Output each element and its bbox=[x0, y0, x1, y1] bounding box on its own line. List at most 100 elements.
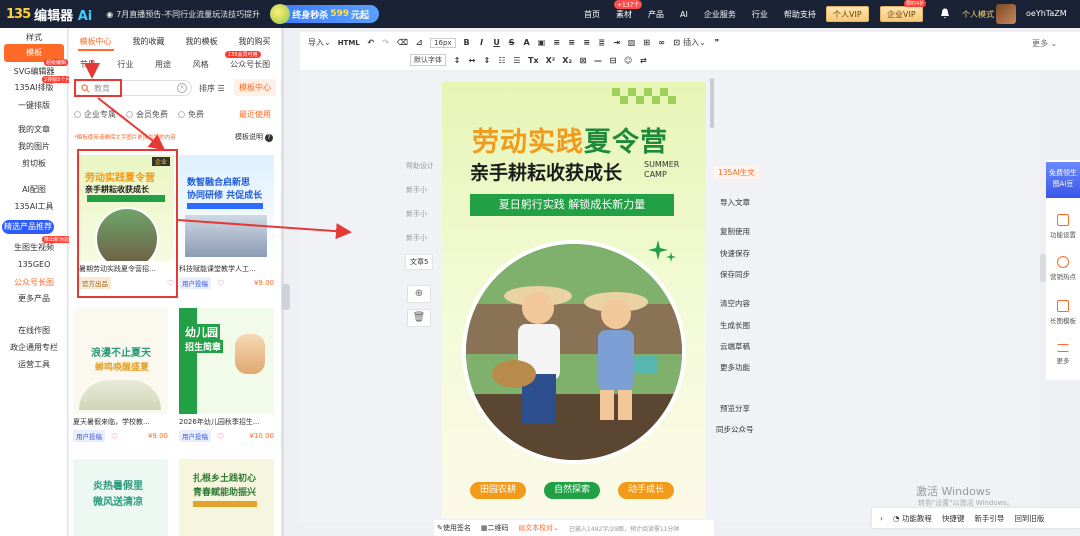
heart-icon[interactable]: ♡ bbox=[217, 279, 224, 288]
sidebar-item-one-click-layout[interactable]: 一键排版 bbox=[0, 100, 68, 111]
rb-marketing-hot[interactable]: 营销热点 bbox=[1046, 256, 1080, 281]
nav-ai[interactable]: AI bbox=[672, 10, 696, 19]
quote-icon[interactable]: ❞ bbox=[713, 38, 721, 47]
redo-icon[interactable]: ↷ bbox=[382, 38, 390, 47]
sidebar-item-more-products[interactable]: 更多产品 bbox=[0, 293, 68, 304]
clear-format-icon[interactable]: Tx bbox=[528, 56, 539, 65]
sidebar-item-image-video[interactable]: 生图生视频 bbox=[0, 242, 68, 253]
generate-long-image-button[interactable]: 生成长图 bbox=[720, 320, 750, 331]
template-card[interactable]: 炎热暑假里 微风送清凉 bbox=[73, 459, 168, 536]
image-icon[interactable]: ▨ bbox=[628, 38, 636, 47]
bold-icon[interactable]: B bbox=[463, 38, 471, 47]
editor-scrollbar[interactable] bbox=[710, 78, 714, 128]
paragraph-spacing-icon[interactable]: ⇕ bbox=[483, 56, 491, 65]
tab-usage[interactable]: 用途 bbox=[155, 59, 171, 70]
heart-icon[interactable]: ♡ bbox=[217, 432, 224, 441]
template-guide[interactable]: 模板说明? bbox=[235, 132, 273, 142]
ai-write-button[interactable]: 135AI生文 bbox=[714, 166, 759, 179]
undo-icon[interactable]: ↶ bbox=[367, 38, 375, 47]
list-icon[interactable]: ☷ bbox=[498, 56, 506, 65]
shortcut-button[interactable]: 快捷键 bbox=[942, 513, 965, 524]
table-icon[interactable]: ⊞ bbox=[643, 38, 651, 47]
align-right-icon[interactable]: ≡ bbox=[583, 38, 591, 47]
bg-color-icon[interactable]: ▣ bbox=[538, 38, 546, 47]
sidebar-item-online-design[interactable]: 在线作图 bbox=[0, 325, 68, 336]
tab-template-center[interactable]: 模板中心 bbox=[77, 34, 114, 51]
convert-icon[interactable]: ⇄ bbox=[639, 56, 647, 65]
sidebar-item-my-images[interactable]: 我的图片 bbox=[0, 141, 68, 152]
link-icon[interactable]: ∞ bbox=[658, 38, 666, 47]
proofread-button[interactable]: ▤文本校对⌄ bbox=[519, 523, 560, 533]
tab-my-templates[interactable]: 我的模板 bbox=[184, 34, 220, 51]
subscript-icon[interactable]: X₂ bbox=[562, 56, 572, 65]
collapse-handle[interactable] bbox=[282, 284, 290, 310]
enterprise-vip-button[interactable]: 企业VIP bbox=[880, 6, 923, 22]
personal-vip-button[interactable]: 个人VIP bbox=[826, 6, 869, 22]
old-version-button[interactable]: 回到旧版 bbox=[1014, 513, 1044, 524]
tab-my-purchases[interactable]: 我的购买 bbox=[237, 34, 273, 51]
template-card[interactable]: 数智融合启新思 协同研修 共促成长 科技赋能课堂教学人工... 用户投稿 ♡ ¥… bbox=[179, 155, 274, 289]
filter-member-free[interactable]: 会员免费 bbox=[126, 109, 168, 120]
tutorial-button[interactable]: ◔ 功能教程 bbox=[893, 513, 932, 524]
chevron-right-icon[interactable]: › bbox=[880, 514, 883, 523]
sync-wechat-button[interactable]: 同步公众号 bbox=[716, 424, 754, 435]
insert-menu[interactable]: ⊡ 插入⌄ bbox=[673, 37, 706, 48]
sidebar-item-featured[interactable]: 精选产品推荐 bbox=[2, 220, 54, 234]
poster-canvas[interactable]: 劳动实践夏令营 亲手耕耘收获成长 SUMMER CAMP 夏日躬行实践 解锁成长… bbox=[442, 82, 706, 518]
superscript-icon[interactable]: X² bbox=[546, 56, 556, 65]
left-list-item[interactable]: 新手小 bbox=[406, 209, 427, 219]
more-functions-button[interactable]: 更多功能 bbox=[720, 362, 750, 373]
clear-content-button[interactable]: 清空内容 bbox=[720, 298, 750, 309]
toolbar-more[interactable]: 更多 ⌄ bbox=[1032, 38, 1057, 49]
indent-icon[interactable]: ⇥ bbox=[613, 38, 621, 47]
sidebar-item-long-image[interactable]: 公众号长图 bbox=[0, 277, 68, 288]
eraser-icon[interactable]: ⌫ bbox=[397, 38, 408, 47]
sidebar-item-geo[interactable]: 135GEO bbox=[0, 260, 68, 269]
avatar[interactable] bbox=[996, 4, 1016, 24]
underline-icon[interactable]: U bbox=[493, 38, 501, 47]
tab-industry[interactable]: 行业 bbox=[117, 59, 133, 70]
signature-button[interactable]: ✎使用签名 bbox=[437, 523, 471, 533]
nav-industry[interactable]: 行业 bbox=[744, 9, 776, 20]
guide-button[interactable]: 新手引导 bbox=[974, 513, 1004, 524]
bell-icon[interactable] bbox=[940, 8, 950, 19]
box-icon[interactable]: ⊠ bbox=[579, 56, 587, 65]
format-painter-icon[interactable]: ⊿ bbox=[415, 38, 423, 47]
font-size-select[interactable]: 16px bbox=[430, 37, 456, 48]
letter-spacing-icon[interactable]: ↔ bbox=[468, 56, 476, 65]
sidebar-item-ai-tools[interactable]: 135AI工具 bbox=[0, 201, 68, 212]
qrcode-button[interactable]: ▦二维码 bbox=[481, 523, 509, 533]
tab-style[interactable]: 风格 bbox=[193, 59, 209, 70]
preview-share-button[interactable]: 预览分享 bbox=[720, 403, 750, 414]
import-article-button[interactable]: 导入文章 bbox=[720, 197, 750, 208]
rb-long-image-templates[interactable]: 长图模板 bbox=[1046, 300, 1080, 325]
nav-enterprise[interactable]: 企业服务 bbox=[696, 9, 744, 20]
rb-function-settings[interactable]: 功能设置 bbox=[1046, 214, 1080, 239]
filter-enterprise[interactable]: 企业专属 bbox=[74, 109, 116, 120]
recent-used-link[interactable]: 最近使用 bbox=[239, 109, 271, 120]
nav-help[interactable]: 帮助支持 bbox=[776, 9, 824, 20]
align-center-icon[interactable]: ≡ bbox=[568, 38, 576, 47]
promo-banner[interactable]: 终身秒杀 599 元起 bbox=[270, 4, 380, 24]
line-height-icon[interactable]: ↕ bbox=[453, 56, 461, 65]
template-card[interactable]: 浪漫不止夏天 蝉鸣唤醒盛夏 夏天暑假来临，学校教... 用户投稿 ♡ ¥9.00 bbox=[73, 308, 168, 442]
emoji-icon[interactable]: ☺ bbox=[624, 56, 632, 65]
divider-icon[interactable]: — bbox=[594, 56, 602, 65]
italic-icon[interactable]: I bbox=[478, 38, 486, 47]
font-family-select[interactable]: 默认字体 bbox=[410, 54, 446, 66]
sort-button[interactable]: 排序 ☰ bbox=[199, 83, 225, 94]
left-list-item[interactable]: 帮助设计 bbox=[406, 161, 434, 171]
html-button[interactable]: HTML bbox=[338, 39, 360, 47]
tab-long-image[interactable]: 公众号长图 bbox=[230, 59, 270, 70]
free-ai-beans-promo[interactable]: 免费领生图AI豆 bbox=[1046, 162, 1080, 198]
clear-icon[interactable]: × bbox=[177, 83, 187, 93]
template-card[interactable]: 扎根乡土践初心 青春赋能助振兴 bbox=[179, 459, 274, 536]
left-list-item[interactable]: 新手小 bbox=[406, 233, 427, 243]
sidebar-item-styles[interactable]: 样式 bbox=[0, 32, 68, 43]
user-mode[interactable]: 个人模式 bbox=[962, 9, 994, 20]
align-left-icon[interactable]: ≡ bbox=[553, 38, 561, 47]
right-collapse-handle[interactable] bbox=[1040, 254, 1046, 282]
strikethrough-icon[interactable]: S bbox=[508, 38, 516, 47]
app-logo[interactable]: 135 编辑器 Ai bbox=[6, 5, 92, 24]
filter-free[interactable]: 免费 bbox=[178, 109, 204, 120]
